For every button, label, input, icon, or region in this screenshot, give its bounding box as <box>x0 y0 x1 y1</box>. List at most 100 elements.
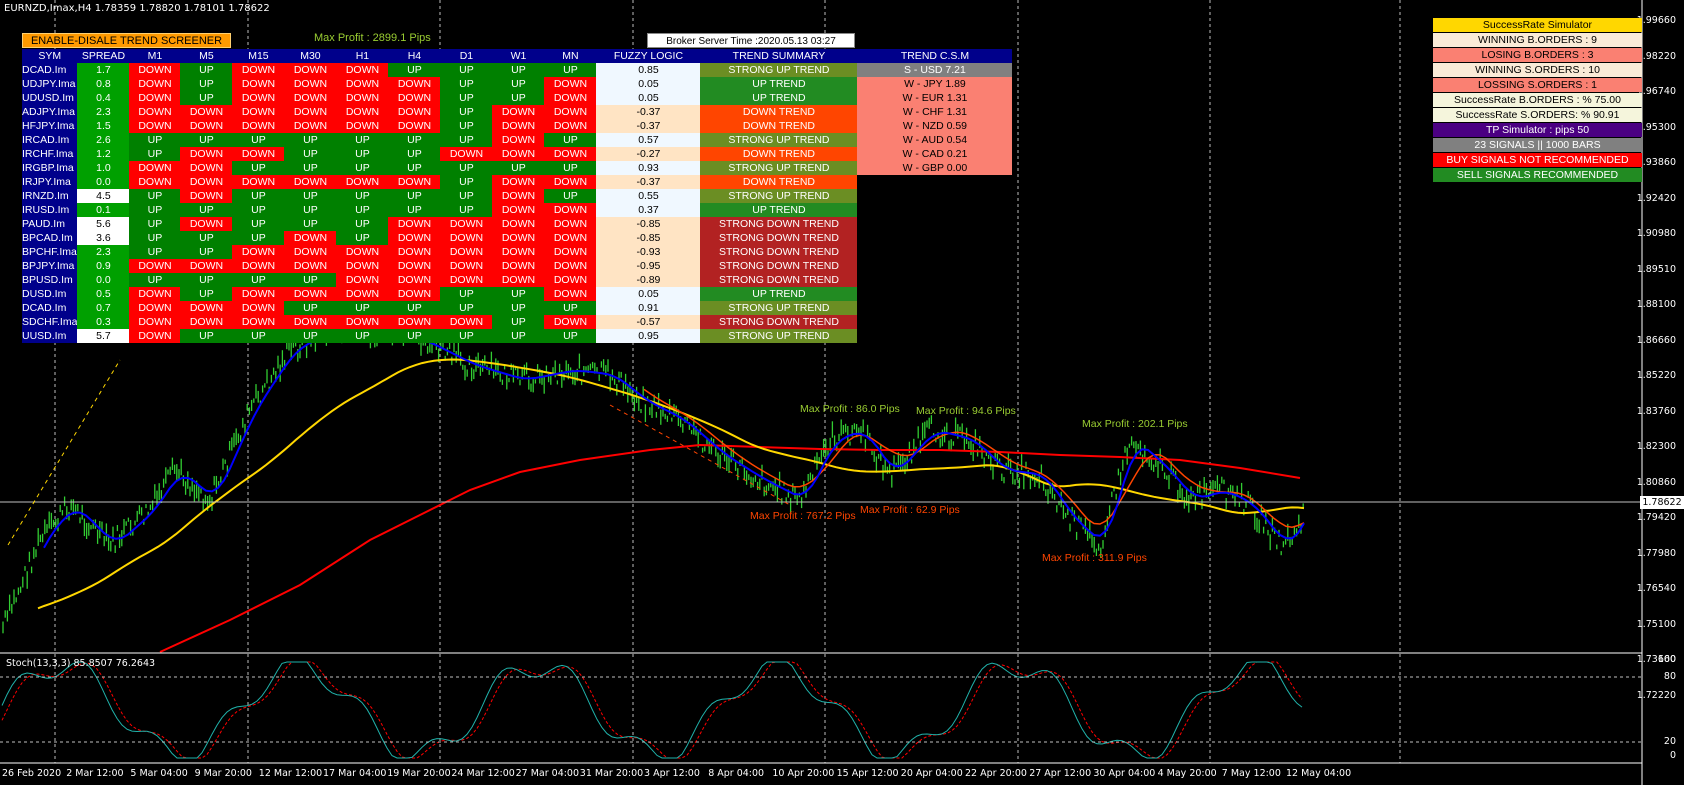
timeframe-trend-cell: DOWN <box>129 287 181 301</box>
spread-cell: 2.3 <box>77 105 130 119</box>
timeframe-trend-cell: DOWN <box>544 91 597 105</box>
trend-line-yellow <box>7 359 121 546</box>
timeframe-trend-cell: DOWN <box>544 105 597 119</box>
fuzzy-logic-cell: 0.05 <box>596 287 701 301</box>
timeframe-trend-cell: DOWN <box>180 175 233 189</box>
time-axis-label: 2 Mar 12:00 <box>66 768 124 779</box>
timeframe-trend-cell: UP <box>544 329 597 343</box>
spread-cell: 0.8 <box>77 77 130 91</box>
timeframe-trend-cell: UP <box>440 329 493 343</box>
time-axis-label: 20 Apr 04:00 <box>900 768 963 779</box>
timeframe-trend-cell: DOWN <box>492 105 545 119</box>
timeframe-trend-cell: DOWN <box>492 203 545 217</box>
symbol-cell[interactable]: IRCAD.Im <box>22 133 78 147</box>
timeframe-trend-cell: UP <box>492 301 545 315</box>
symbol-cell[interactable]: UDJPY.Ima <box>22 77 78 91</box>
trend-summary-cell: STRONG UP TREND <box>700 329 858 343</box>
timeframe-trend-cell: UP <box>284 203 337 217</box>
table-row: BPJPY.Ima 0.9 DOWN DOWN DOWN DOWN DOWN DOWN DOWN… <box>22 259 1012 273</box>
timeframe-trend-cell: UP <box>129 203 181 217</box>
time-axis-label: 12 Mar 12:00 <box>258 768 323 779</box>
timeframe-trend-cell: DOWN <box>544 259 597 273</box>
timeframe-trend-cell: DOWN <box>284 105 337 119</box>
time-axis-label: 15 Apr 12:00 <box>836 768 899 779</box>
column-header-d1: D1 <box>440 49 493 63</box>
timeframe-trend-cell: DOWN <box>388 91 441 105</box>
symbol-cell[interactable]: IRCHF.Ima <box>22 147 78 161</box>
timeframe-trend-cell: UP <box>180 203 233 217</box>
table-row: IRUSD.Im 0.1 UP UP UP UP UP UP UP DOWN DOWN 0.37 UP … <box>22 203 1012 217</box>
symbol-cell[interactable]: PAUD.Im <box>22 217 78 231</box>
currency-strength-cell: W - CHF 1.31 <box>857 105 1013 119</box>
trend-summary-cell: STRONG UP TREND <box>700 161 858 175</box>
time-axis-label: 27 Mar 04:00 <box>515 768 580 779</box>
timeframe-trend-cell: DOWN <box>440 245 493 259</box>
time-axis-label: 8 Apr 04:00 <box>708 768 765 779</box>
symbol-cell[interactable]: DUSD.Im <box>22 287 78 301</box>
trend-summary-cell: STRONG DOWN TREND <box>700 231 858 245</box>
trend-summary-cell: STRONG DOWN TREND <box>700 217 858 231</box>
trend-summary-cell: DOWN TREND <box>700 175 858 189</box>
currency-strength-cell: W - NZD 0.59 <box>857 119 1013 133</box>
timeframe-trend-cell: DOWN <box>492 119 545 133</box>
spread-cell: 0.0 <box>77 175 130 189</box>
symbol-cell[interactable]: IRGBP.Ima <box>22 161 78 175</box>
symbol-cell[interactable]: BPUSD.Im <box>22 273 78 287</box>
trend-summary-cell: STRONG UP TREND <box>700 63 858 77</box>
spread-cell: 1.2 <box>77 147 130 161</box>
column-header-m5: M5 <box>180 49 233 63</box>
currency-strength-cell: W - AUD 0.54 <box>857 133 1013 147</box>
symbol-cell[interactable]: UUSD.Im <box>22 329 78 343</box>
empty-cell <box>857 189 1012 203</box>
symbol-cell[interactable]: DCAD.Im <box>22 301 78 315</box>
symbol-cell[interactable]: SDCHF.Ima <box>22 315 78 329</box>
symbol-cell[interactable]: HFJPY.Ima <box>22 119 78 133</box>
empty-cell <box>857 217 1012 231</box>
symbol-cell[interactable]: BPCHF.Ima <box>22 245 78 259</box>
empty-cell <box>857 315 1012 329</box>
timeframe-trend-cell: UP <box>129 273 181 287</box>
timeframe-trend-cell: DOWN <box>180 259 233 273</box>
timeframe-trend-cell: DOWN <box>492 175 545 189</box>
symbol-cell[interactable]: BPJPY.Ima <box>22 259 78 273</box>
timeframe-trend-cell: DOWN <box>180 301 233 315</box>
timeframe-trend-cell: UP <box>388 133 441 147</box>
timeframe-trend-cell: UP <box>440 301 493 315</box>
timeframe-trend-cell: UP <box>180 231 233 245</box>
time-axis-label: 31 Mar 20:00 <box>579 768 644 779</box>
trend-summary-cell: DOWN TREND <box>700 119 858 133</box>
time-axis-label: 30 Apr 04:00 <box>1093 768 1156 779</box>
symbol-cell[interactable]: ADJPY.Ima <box>22 105 78 119</box>
time-axis-label: 19 Mar 20:00 <box>387 768 451 779</box>
timeframe-trend-cell: UP <box>129 245 181 259</box>
timeframe-trend-cell: DOWN <box>440 259 493 273</box>
stoch-axis-label: 0 <box>1669 750 1676 761</box>
empty-cell <box>857 245 1012 259</box>
time-axis-label: 10 Apr 20:00 <box>772 768 835 779</box>
time-axis-label: 7 May 12:00 <box>1221 768 1281 779</box>
spread-cell: 5.6 <box>77 217 130 231</box>
symbol-cell[interactable]: UDUSD.Im <box>22 91 78 105</box>
timeframe-trend-cell: DOWN <box>492 147 545 161</box>
trend-screener-table: SYM SPREAD M1 M5 M15 M30 H1 H4 D1 W1 MN FUZZY LOGIC… <box>22 49 1013 343</box>
timeframe-trend-cell: DOWN <box>232 119 285 133</box>
timeframe-trend-cell: DOWN <box>544 119 597 133</box>
price-axis-label: 1.77980 <box>1636 547 1676 559</box>
spread-cell: 1.0 <box>77 161 130 175</box>
timeframe-trend-cell: UP <box>440 203 493 217</box>
symbol-cell[interactable]: IRJPY.Ima <box>22 175 78 189</box>
time-axis-label: 9 Mar 20:00 <box>194 768 252 779</box>
timeframe-trend-cell: DOWN <box>284 245 337 259</box>
symbol-cell[interactable]: IRNZD.Im <box>22 189 78 203</box>
symbol-cell[interactable]: BPCAD.Im <box>22 231 78 245</box>
table-row: SDCHF.Ima 0.3 DOWN DOWN DOWN DOWN DOWN DOWN DOWN… <box>22 315 1012 329</box>
timeframe-trend-cell: UP <box>232 189 285 203</box>
trend-screener-toggle-button[interactable]: ENABLE-DISALE TREND SCREENER <box>22 33 231 48</box>
timeframe-trend-cell: DOWN <box>129 301 181 315</box>
spread-cell: 1.7 <box>77 63 130 77</box>
success-panel-row: SuccessRate Simulator <box>1433 18 1642 32</box>
empty-cell <box>857 287 1012 301</box>
timeframe-trend-cell: DOWN <box>129 77 181 91</box>
symbol-cell[interactable]: DCAD.Im <box>22 63 78 77</box>
symbol-cell[interactable]: IRUSD.Im <box>22 203 78 217</box>
